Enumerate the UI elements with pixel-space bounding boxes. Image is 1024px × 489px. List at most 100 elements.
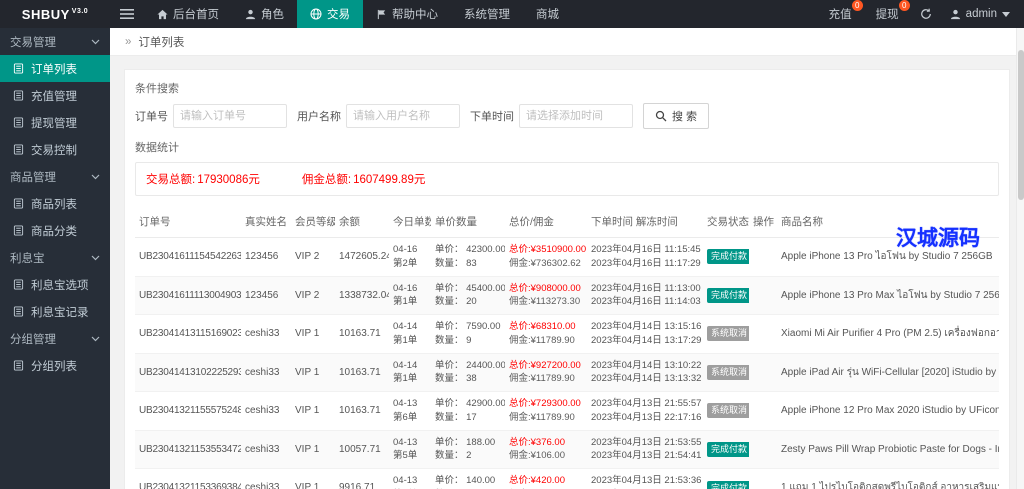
sidebar-item[interactable]: 交易控制 — [0, 136, 110, 163]
order-no-label: 订单号 — [135, 108, 168, 124]
price-qty-cell: 单价： 42900.00数量： 17 — [431, 392, 505, 431]
commission-total: 佣金总额:1607499.89元 — [302, 171, 425, 187]
status-badge: 完成付款 — [707, 249, 749, 264]
status-cell: 系统取消 — [703, 315, 749, 354]
sidebar: 交易管理 订单列表 充值管理 提现管理 交易控制 商品管理 商品列表 商品分类 … — [0, 28, 110, 489]
top-nav-label: 交易 — [327, 6, 350, 22]
time-cell: 2023年04月13日 21:55:572023年04月13日 22:17:16 — [587, 392, 703, 431]
sidebar-item[interactable]: 充值管理 — [0, 82, 110, 109]
sidebar-item[interactable]: 分组列表 — [0, 352, 110, 379]
order-time-label: 下单时间 — [470, 108, 514, 124]
status-cell: 完成付款 — [703, 430, 749, 469]
sidebar-item[interactable]: 利息宝选项 — [0, 271, 110, 298]
top-nav-label: 商城 — [536, 6, 559, 22]
order-no-input[interactable] — [173, 104, 287, 128]
real-name-cell: ceshi33 — [241, 392, 291, 431]
user-icon — [245, 9, 256, 20]
product-list-icon — [13, 198, 24, 209]
sidebar-item[interactable]: 商品分类 — [0, 217, 110, 244]
chevron-down-icon — [91, 174, 100, 180]
status-badge: 系统取消 — [707, 326, 749, 341]
status-cell: 系统取消 — [703, 392, 749, 431]
top-nav-item[interactable]: 角色 — [232, 0, 297, 28]
top-nav-label: 帮助中心 — [392, 6, 438, 22]
price-qty-cell: 单价： 42300.00数量： 83 — [431, 238, 505, 277]
sidebar-item-label: 商品列表 — [31, 196, 77, 212]
price-qty-cell: 单价： 24400.00数量： 38 — [431, 353, 505, 392]
breadcrumb: » 订单列表 — [110, 28, 1024, 56]
real-name-cell: 123456 — [241, 276, 291, 315]
topbar-action[interactable]: 提现 0 — [864, 0, 911, 28]
price-qty-cell: 单价： 7590.00数量： 9 — [431, 315, 505, 354]
username-input[interactable] — [346, 104, 460, 128]
topbar-action[interactable]: 充值 0 — [817, 0, 864, 28]
sidebar-section[interactable]: 利息宝 — [0, 244, 110, 271]
top-nav-item[interactable]: 商城 — [523, 0, 572, 28]
sidebar-item[interactable]: 商品列表 — [0, 190, 110, 217]
stats-box: 交易总额:17930086元 佣金总额:1607499.89元 — [135, 162, 999, 196]
refresh-button[interactable] — [911, 0, 941, 28]
balance-cell: 9916.71 — [335, 469, 389, 489]
order-time-input[interactable] — [519, 104, 633, 128]
table-row: UB23041611154542263 123456 VIP 2 1472605… — [135, 238, 999, 277]
caret-down-icon — [1002, 12, 1010, 17]
sidebar-item[interactable]: 利息宝记录 — [0, 298, 110, 325]
balance-cell: 10163.71 — [335, 315, 389, 354]
top-nav-label: 后台首页 — [173, 6, 219, 22]
status-cell: 完成付款 — [703, 469, 749, 489]
balance-cell: 10057.71 — [335, 430, 389, 469]
total-commission-cell: 总价:¥376.00佣金:¥106.00 — [505, 430, 587, 469]
sidebar-item-label: 充值管理 — [31, 88, 77, 104]
order-no-cell: UB23041321155575248 — [135, 392, 241, 431]
total-commission-cell: 总价:¥420.00佣金:¥141.00 — [505, 469, 587, 489]
app-version: V3.0 — [72, 8, 88, 15]
sidebar-section[interactable]: 商品管理 — [0, 163, 110, 190]
status-badge: 系统取消 — [707, 403, 749, 418]
sidebar-toggle-button[interactable] — [110, 0, 144, 28]
sidebar-section[interactable]: 分组管理 — [0, 325, 110, 352]
top-nav-item[interactable]: 后台首页 — [144, 0, 232, 28]
sidebar-section-title: 利息宝 — [10, 250, 45, 266]
table-row: UB23041321155575248 ceshi33 VIP 1 10163.… — [135, 392, 999, 431]
real-name-cell: ceshi33 — [241, 353, 291, 392]
top-nav-item[interactable]: 系统管理 — [451, 0, 523, 28]
scrollbar-thumb[interactable] — [1018, 50, 1024, 200]
sidebar-section[interactable]: 交易管理 — [0, 28, 110, 55]
product-name-cell: Apple iPhone 12 Pro Max 2020 iStudio by … — [777, 392, 999, 431]
sidebar-item-label: 利息宝选项 — [31, 277, 89, 293]
username-label: 用户名称 — [297, 108, 341, 124]
today-cell: 04-14第1单 — [389, 315, 431, 354]
user-icon — [950, 9, 961, 20]
balance-cell: 1472605.24 — [335, 238, 389, 277]
sidebar-item[interactable]: 提现管理 — [0, 109, 110, 136]
time-cell: 2023年04月14日 13:10:222023年04月14日 13:13:32 — [587, 353, 703, 392]
main-area: » 订单列表 条件搜索 订单号 用户名称 下单时间 — [110, 0, 1024, 489]
product-name-cell: Apple iPhone 13 Pro Max ไอโฟน by Studio … — [777, 276, 999, 315]
search-button[interactable]: 搜 索 — [643, 103, 709, 129]
status-badge: 系统取消 — [707, 365, 749, 380]
top-nav-item[interactable]: 帮助中心 — [363, 0, 451, 28]
column-header: 交易状态 — [703, 206, 749, 238]
order-no-cell: UB23041321153369384 — [135, 469, 241, 489]
globe-icon — [310, 8, 322, 20]
status-cell: 系统取消 — [703, 353, 749, 392]
admin-menu[interactable]: admin — [941, 8, 1016, 20]
recharge-icon — [13, 90, 24, 101]
top-nav: 后台首页 角色 交易 帮助中心 系统管理 商城 — [144, 0, 572, 28]
scrollbar[interactable] — [1016, 28, 1024, 489]
order-no-cell: UB23041413102225293 — [135, 353, 241, 392]
level-cell: VIP 1 — [291, 315, 335, 354]
group-list-icon — [13, 360, 24, 371]
interest-option-icon — [13, 279, 24, 290]
sidebar-item[interactable]: 订单列表 — [0, 55, 110, 82]
top-nav-item[interactable]: 交易 — [297, 0, 363, 28]
total-commission-cell: 总价:¥908000.00佣金:¥113273.30 — [505, 276, 587, 315]
status-cell: 完成付款 — [703, 238, 749, 277]
action-cell — [749, 469, 777, 489]
real-name-cell: ceshi33 — [241, 469, 291, 489]
username-field: 用户名称 — [297, 104, 460, 128]
column-header: 真实姓名 — [241, 206, 291, 238]
product-category-icon — [13, 225, 24, 236]
today-cell: 04-13第6单 — [389, 392, 431, 431]
sidebar-item-label: 商品分类 — [31, 223, 77, 239]
